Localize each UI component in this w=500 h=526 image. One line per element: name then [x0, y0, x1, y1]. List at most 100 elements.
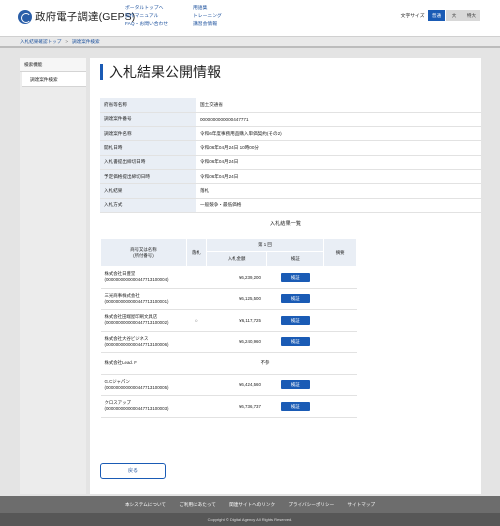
page-title: 入札結果公開情報	[100, 64, 221, 80]
info-key: 開札日時	[100, 140, 196, 156]
verify-cell: 検証	[266, 331, 324, 353]
info-row: 府省等名称 国土交通省	[100, 98, 481, 113]
sidebar-item-search[interactable]: 調達案件検索	[22, 72, 86, 87]
nav-manual[interactable]: 操作マニュアル	[125, 13, 168, 21]
logo-text: 政府電子調達(GEPS)	[35, 11, 136, 23]
nav-portal-top[interactable]: ポータルトップへ	[125, 5, 168, 13]
chevron-right-icon: >	[65, 39, 69, 44]
header-nav-right: 用語集 トレーニング 講習会情報	[193, 5, 222, 29]
info-row: 入札方式 一般競争・最低価格	[100, 198, 481, 213]
bid-amount: ¥6,125,500	[206, 288, 267, 310]
verify-button[interactable]: 検証	[280, 337, 310, 347]
bid-amount: ¥6,736,737	[206, 395, 267, 418]
company-name: 株式会社日豊堂	[104, 271, 136, 277]
company-cell: 三光商事株式会社 (0000000000000447713100001)	[100, 288, 187, 310]
bid-amount: ¥6,239,200	[206, 266, 267, 289]
company-name: 株式会社大谷ビジネス	[104, 335, 149, 341]
remarks-cell	[323, 374, 357, 396]
company-id: (0000000000000447713100005)	[104, 384, 169, 390]
info-key: 入札書提出締切日時	[100, 155, 196, 170]
footer-link-usage[interactable]: ご利用にあたって	[179, 502, 216, 507]
nav-training[interactable]: トレーニング	[193, 13, 222, 21]
verify-cell: 検証	[266, 395, 324, 418]
header-nav-left: ポータルトップへ 操作マニュアル FAQ・お問い合わせ	[125, 5, 168, 29]
logo[interactable]: 政府電子調達(GEPS)	[18, 9, 135, 24]
breadcrumb-search[interactable]: 調達案件検索	[72, 39, 100, 44]
company-id: (0000000000000447713100003)	[104, 406, 169, 412]
nav-faq[interactable]: FAQ・お問い合わせ	[125, 21, 168, 29]
bid-amount: ¥6,240,960	[206, 331, 267, 353]
remarks-cell	[323, 266, 357, 289]
info-key: 府省等名称	[100, 98, 196, 113]
table-row: 株式会社Lead. F 不参	[100, 352, 357, 375]
info-row: 開札日時 令和06年04月24日 10時00分	[100, 140, 481, 156]
font-size-xlarge-button[interactable]: 特大	[463, 10, 480, 21]
verify-button[interactable]: 検証	[280, 294, 310, 304]
font-size-normal-button[interactable]: 普通	[428, 10, 445, 21]
info-row: 入札書提出締切日時 令和06年04月24日	[100, 155, 481, 170]
info-value: 令和06年04月24日	[196, 169, 481, 185]
footer-link-about[interactable]: 本システムについて	[125, 502, 166, 507]
info-value: 0000000000000447771	[196, 112, 481, 128]
info-value: 一般競争・最低価格	[196, 198, 481, 213]
footer-link-privacy[interactable]: プライバシーポリシー	[288, 502, 334, 507]
info-row: 調達案件名称 令和6年度事務用品購入単価契約(その2)	[100, 126, 481, 142]
info-key: 入札方式	[100, 198, 196, 213]
verify-cell: 検証	[266, 309, 324, 332]
company-name: 株式会社Lead. F	[104, 360, 137, 366]
copyright: Copyright © Digital Agency All Rights Re…	[0, 513, 500, 526]
procurement-info-table: 府省等名称 国土交通省 調達案件番号 0000000000000447771 調達案件名…	[100, 98, 481, 213]
header-verify: 検証	[266, 251, 325, 267]
table-row: 株式会社田端屋印刷文具店 (0000000000000447713100002) ○…	[100, 309, 357, 332]
back-button[interactable]: 戻る	[100, 463, 166, 479]
info-row: 入札結果 落札	[100, 183, 481, 199]
footer-link-sitemap[interactable]: サイトマップ	[347, 502, 375, 507]
nav-seminar[interactable]: 講習会情報	[193, 21, 222, 29]
remarks-cell	[323, 331, 357, 353]
verify-button[interactable]: 検証	[280, 380, 310, 390]
table-row: 株式会社日豊堂 (0000000000000447713100004) ¥6,239…	[100, 266, 357, 289]
site-header: 政府電子調達(GEPS) ポータルトップへ 操作マニュアル FAQ・お問い合わせ…	[0, 0, 500, 36]
table-row: 株式会社大谷ビジネス (0000000000000447713100006) ¥6,…	[100, 331, 357, 353]
footer-link-related[interactable]: 関連サイトへのリンク	[229, 502, 275, 507]
company-cell: G.Cジャパン (0000000000000447713100005)	[100, 374, 187, 396]
info-key: 調達案件名称	[100, 126, 196, 142]
award-mark	[186, 352, 207, 375]
breadcrumb-results-top[interactable]: 入札結果確認トップ	[20, 39, 61, 44]
font-size-label: 文字サイズ	[400, 14, 425, 19]
font-size-large-button[interactable]: 大	[445, 10, 463, 21]
company-cell: 株式会社Lead. F	[100, 352, 187, 375]
results-caption: 入札結果一覧	[269, 221, 302, 227]
award-mark: ○	[186, 309, 207, 332]
verify-button[interactable]: 検証	[280, 315, 310, 325]
geps-logo-icon	[18, 9, 32, 24]
remarks-cell	[323, 395, 357, 418]
header-round: 第 1 回	[205, 237, 325, 253]
sidebar-title: 検索機能	[20, 58, 86, 72]
company-name: 株式会社田端屋印刷文具店	[104, 314, 158, 320]
remarks-cell	[323, 309, 357, 332]
verify-button[interactable]: 検証	[280, 401, 310, 411]
info-value: 国土交通省	[196, 98, 481, 113]
company-name: 三光商事株式会社	[104, 292, 140, 298]
info-key: 入札結果	[100, 183, 196, 199]
award-mark	[186, 266, 207, 289]
info-row: 調達案件番号 0000000000000447771	[100, 112, 481, 128]
nav-glossary[interactable]: 用語集	[193, 5, 222, 13]
table-row: 三光商事株式会社 (0000000000000447713100001) ¥6,12…	[100, 288, 357, 310]
info-value: 令和06年04月24日 10時00分	[196, 140, 481, 156]
company-id: (0000000000000447713100006)	[104, 341, 169, 347]
company-name: G.Cジャパン	[104, 378, 130, 384]
font-size-switcher: 文字サイズ 普通 大 特大	[401, 10, 480, 21]
table-row: G.Cジャパン (0000000000000447713100005) ¥6,424…	[100, 374, 357, 396]
award-mark	[186, 395, 207, 418]
header-remarks: 摘要	[323, 238, 357, 267]
company-id: (0000000000000447713100001)	[104, 298, 169, 304]
header-amount: 入札金額	[205, 251, 268, 267]
main-content: 入札結果公開情報 府省等名称 国土交通省 調達案件番号 000000000000044…	[90, 58, 481, 494]
company-cell: 株式会社日豊堂 (0000000000000447713100004)	[100, 266, 187, 289]
remarks-cell	[323, 288, 357, 310]
verify-button[interactable]: 検証	[280, 272, 310, 282]
footer-links: 本システムについて ご利用にあたって 関連サイトへのリンク プライバシーポリシー…	[0, 496, 500, 513]
award-mark	[186, 288, 207, 310]
